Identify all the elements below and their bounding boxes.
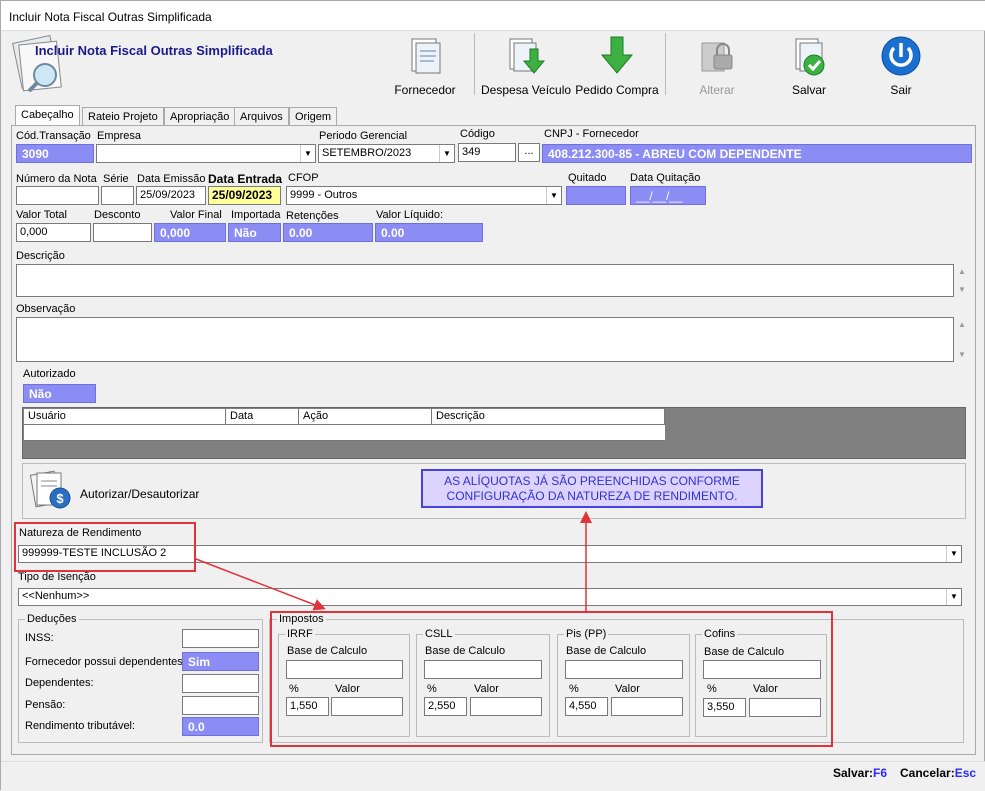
cancelar-shortcut: Cancelar:Esc: [900, 766, 977, 780]
salvar-shortcut: Salvar:F6: [833, 766, 888, 780]
main-window: Incluir Nota Fiscal Outras Simplificada …: [0, 0, 985, 791]
status-bar: Salvar:F6 Cancelar:Esc: [1, 761, 985, 791]
annotation-arrows: [195, 511, 592, 611]
